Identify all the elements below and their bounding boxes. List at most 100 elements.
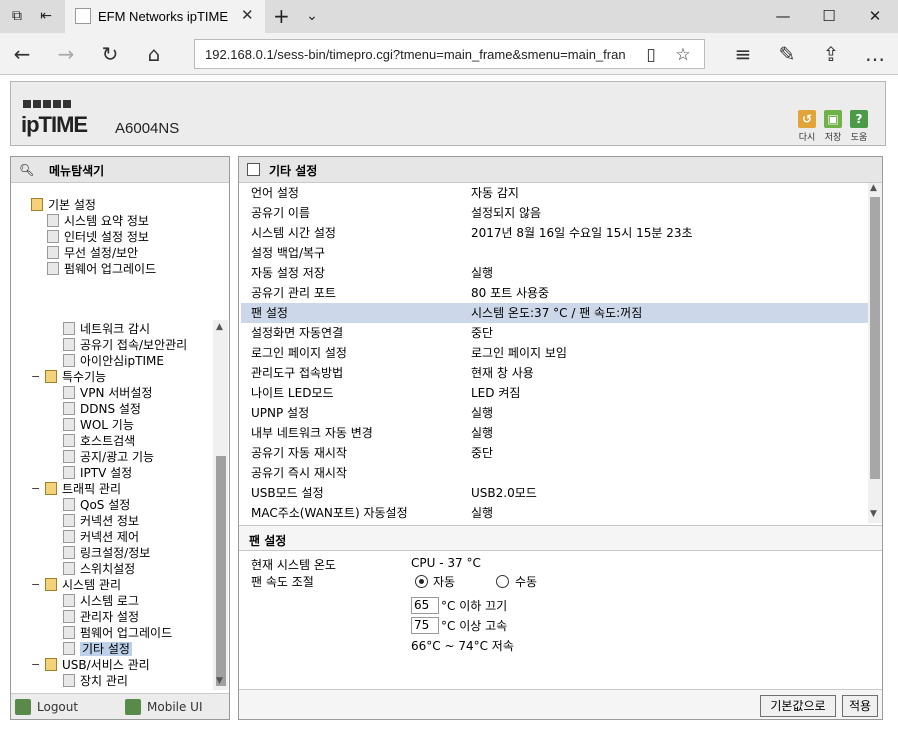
sidebar-item[interactable]: 무선 설정/보안 [47, 245, 138, 261]
mobile-ui-button[interactable]: Mobile UI [125, 699, 203, 715]
setting-name: 내부 네트워크 자동 변경 [251, 426, 373, 440]
collapse-icon[interactable]: − [31, 481, 40, 497]
collapse-icon[interactable]: − [31, 657, 40, 673]
save-icon: ▣ [824, 110, 842, 128]
setting-value: 실행 [471, 406, 494, 420]
settings-scrollbar[interactable]: ▲ ▼ [868, 183, 882, 523]
settings-row[interactable]: 팬 설정 시스템 온도:37 °C / 팬 속도:꺼짐 [241, 303, 868, 323]
sidebar-item[interactable]: 펌웨어 업그레이드 [63, 625, 172, 641]
page-icon [63, 354, 75, 367]
fan-section-title: 팬 설정 [249, 534, 287, 548]
sidebar-item[interactable]: − USB/서비스 관리 [31, 657, 150, 673]
sidebar-item[interactable]: 아이안심ipTIME [63, 353, 164, 369]
settings-row[interactable]: 로그인 페이지 설정 로그인 페이지 보임 [241, 343, 868, 363]
settings-row[interactable]: MAC주소(WAN포트) 자동설정 실행 [241, 503, 868, 523]
sidebar-item[interactable]: QoS 설정 [63, 497, 130, 513]
hub-icon[interactable]: ≡ [730, 41, 756, 67]
manual-radio[interactable] [496, 575, 509, 588]
sidebar-item[interactable]: 호스트검색 [63, 433, 135, 449]
sidebar-item[interactable]: 커넥션 제어 [63, 529, 139, 545]
window-close-icon[interactable]: ✕ [852, 0, 898, 33]
sidebar-item[interactable]: IPTV 설정 [63, 465, 132, 481]
settings-row[interactable]: 자동 설정 저장 실행 [241, 263, 868, 283]
setting-value: 로그인 페이지 보임 [471, 346, 567, 360]
settings-row[interactable]: 공유기 즉시 재시작 [241, 463, 868, 483]
logout-button[interactable]: Logout [15, 699, 78, 715]
page-icon [63, 594, 75, 607]
sidebar-item[interactable]: 기본 설정 [31, 197, 96, 213]
router-page: ipTIME A6004NS ↺ 다시 ▣ 저장 ? 도움 🔍︎ 메뉴탐색기 기… [0, 76, 898, 731]
menu-scroll-thumb[interactable] [216, 456, 226, 686]
more-icon[interactable]: … [862, 41, 888, 67]
collapse-icon[interactable]: − [31, 577, 40, 593]
sidebar-item[interactable]: 인터넷 설정 정보 [47, 229, 149, 245]
settings-row[interactable]: USB모드 설정 USB2.0모드 [241, 483, 868, 503]
default-button[interactable]: 기본값으로 [760, 695, 836, 717]
apply-button[interactable]: 적용 [842, 695, 878, 717]
sidebar-item-label: 기본 설정 [48, 198, 96, 212]
back-icon[interactable]: ← [9, 41, 35, 67]
sidebar-item[interactable]: 공지/광고 기능 [63, 449, 154, 465]
save-button[interactable]: ▣ 저장 [821, 110, 845, 143]
sidebar-item[interactable]: DDNS 설정 [63, 401, 141, 417]
settings-scroll-thumb[interactable] [870, 197, 880, 479]
settings-row[interactable]: 설정화면 자동연결 중단 [241, 323, 868, 343]
set-aside-icon[interactable]: ⇤ [38, 8, 54, 24]
browser-tab[interactable]: EFM Networks ipTIME A ✕ [65, 0, 265, 33]
sidebar-item[interactable]: 시스템 요약 정보 [47, 213, 149, 229]
new-tab-icon[interactable]: + [273, 6, 290, 26]
sidebar-item-label: 시스템 관리 [62, 578, 122, 592]
setting-name: 나이트 LED모드 [251, 386, 334, 400]
sidebar-item[interactable]: 네트워크 감시 [63, 321, 150, 337]
maximize-icon[interactable]: ☐ [806, 0, 852, 33]
refresh-icon[interactable]: ↻ [97, 41, 123, 67]
settings-row[interactable]: UPNP 설정 실행 [241, 403, 868, 423]
settings-row[interactable]: 공유기 관리 포트 80 포트 사용중 [241, 283, 868, 303]
high-threshold-input[interactable]: 75 [411, 617, 439, 634]
favorite-star-icon[interactable]: ☆ [671, 43, 695, 67]
sidebar-item[interactable]: 시스템 로그 [63, 593, 139, 609]
sidebar-item[interactable]: 기타 설정 [63, 641, 132, 657]
auto-radio[interactable] [415, 575, 428, 588]
settings-row[interactable]: 공유기 자동 재시작 중단 [241, 443, 868, 463]
settings-row[interactable]: 언어 설정 자동 감지 [241, 183, 868, 203]
sidebar-item[interactable]: 커넥션 정보 [63, 513, 139, 529]
settings-row[interactable]: 설정 백업/복구 [241, 243, 868, 263]
sidebar-item[interactable]: − 트래픽 관리 [31, 481, 121, 497]
sidebar-item[interactable]: VPN 서버설정 [63, 385, 152, 401]
menu-scrollbar[interactable]: ▲ ▼ [213, 320, 228, 690]
sidebar-item[interactable]: 장치 관리 [63, 673, 128, 689]
sidebar-item[interactable]: 링크설정/정보 [63, 545, 150, 561]
forward-icon[interactable]: → [53, 41, 79, 67]
sidebar-item[interactable]: WOL 기능 [63, 417, 134, 433]
setting-name: 공유기 즉시 재시작 [251, 466, 347, 480]
tab-manager-icon[interactable]: ⧉ [9, 8, 25, 24]
settings-row[interactable]: 시스템 시간 설정 2017년 8월 16일 수요일 15시 15분 23초 [241, 223, 868, 243]
settings-row[interactable]: 나이트 LED모드 LED 켜짐 [241, 383, 868, 403]
share-icon[interactable]: ⇪ [818, 41, 844, 67]
pen-icon[interactable]: ✎ [774, 41, 800, 67]
sidebar-item[interactable]: − 특수기능 [31, 369, 106, 385]
sidebar-item-label: VPN 서버설정 [80, 386, 153, 400]
reload-button[interactable]: ↺ 다시 [795, 110, 819, 143]
settings-row[interactable]: 관리도구 접속방법 현재 창 사용 [241, 363, 868, 383]
settings-row[interactable]: 내부 네트워크 자동 변경 실행 [241, 423, 868, 443]
sidebar-item[interactable]: 관리자 설정 [63, 609, 139, 625]
help-button[interactable]: ? 도움 [847, 110, 871, 143]
reading-view-icon[interactable]: ▯ [639, 43, 663, 67]
home-icon[interactable]: ⌂ [141, 41, 167, 67]
mobile-ui-label: Mobile UI [147, 700, 203, 714]
off-threshold-input[interactable]: 65 [411, 597, 439, 614]
sidebar-item[interactable]: 공유기 접속/보안관리 [63, 337, 187, 353]
close-icon[interactable]: ✕ [241, 6, 254, 24]
minimize-icon[interactable]: — [760, 0, 806, 33]
chevron-down-icon[interactable]: ⌄ [304, 8, 320, 24]
sidebar-item[interactable]: 스위치설정 [63, 561, 135, 577]
settings-row[interactable]: 공유기 이름 설정되지 않음 [241, 203, 868, 223]
sidebar-item[interactable]: − 시스템 관리 [31, 577, 122, 593]
tab-title: EFM Networks ipTIME A [98, 9, 228, 24]
sidebar-item[interactable]: 펌웨어 업그레이드 [47, 261, 156, 277]
collapse-icon[interactable]: − [31, 369, 40, 385]
model-name: A6004NS [115, 120, 180, 137]
url-input[interactable]: 192.168.0.1/sess-bin/timepro.cgi?tmenu=m… [194, 39, 705, 69]
